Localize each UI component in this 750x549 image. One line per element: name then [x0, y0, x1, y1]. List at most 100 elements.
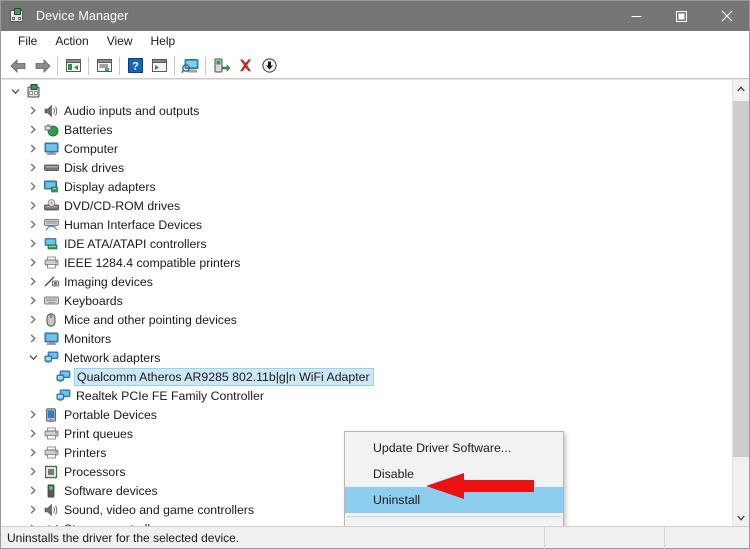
tree-item-label: Disk drives	[64, 160, 125, 175]
tree-item-qualcomm-atheros-wifi-adapter[interactable]: Qualcomm Atheros AR9285 802.11b|g|n WiFi…	[1, 367, 732, 386]
tree-item-disk-drives[interactable]: Disk drives	[1, 158, 732, 177]
chevron-down-icon[interactable]	[25, 350, 41, 366]
chevron-right-icon[interactable]	[25, 502, 41, 518]
chevron-right-icon[interactable]	[25, 312, 41, 328]
tree-item-human-interface-devices[interactable]: Human Interface Devices	[1, 215, 732, 234]
chevron-right-icon[interactable]	[25, 217, 41, 233]
chevron-right-icon[interactable]	[25, 483, 41, 499]
toolbar: ?	[1, 53, 749, 79]
down-arrow-circle-icon[interactable]	[257, 55, 281, 77]
device-manager-window: Device Manager File Action View Help ? A…	[0, 0, 750, 549]
tree-item-label: Human Interface Devices	[64, 217, 203, 232]
tree-item-keyboards[interactable]: Keyboards	[1, 291, 732, 310]
speaker-icon	[41, 103, 61, 119]
chevron-right-icon[interactable]	[25, 198, 41, 214]
tree-item-monitors[interactable]: Monitors	[1, 329, 732, 348]
tree-item-label: Portable Devices	[64, 407, 157, 422]
battery-icon	[41, 122, 61, 138]
tree-item-label: Mice and other pointing devices	[64, 312, 237, 327]
processor-icon	[41, 464, 61, 480]
chevron-right-icon[interactable]	[25, 426, 41, 442]
scan-monitor-icon[interactable]	[178, 55, 202, 77]
add-hardware-icon[interactable]	[209, 55, 233, 77]
maximize-button[interactable]	[659, 1, 704, 31]
toolbar-separator-5	[205, 56, 206, 75]
portable-device-icon	[41, 407, 61, 423]
tree-item-label: Sound, video and game controllers	[64, 502, 255, 517]
status-pane-2	[664, 526, 749, 549]
device-tree-area: Audio inputs and outputs Batteries Compu…	[1, 79, 749, 526]
context-menu-item-disable[interactable]: Disable	[345, 461, 563, 487]
context-menu-item-uninstall[interactable]: Uninstall	[345, 487, 563, 513]
keyboard-icon	[41, 293, 61, 309]
status-text: Uninstalls the driver for the selected d…	[7, 530, 240, 545]
window-title: Device Manager	[36, 9, 129, 23]
network-adapter-icon	[41, 350, 61, 366]
tree-item-dvd-cd-rom-drives[interactable]: DVD/CD-ROM drives	[1, 196, 732, 215]
toolbar-separator-1	[57, 56, 58, 75]
chevron-right-icon[interactable]	[25, 464, 41, 480]
menu-action[interactable]: Action	[46, 32, 97, 51]
chevron-right-icon[interactable]	[25, 407, 41, 423]
svg-text:?: ?	[132, 61, 139, 73]
menu-view[interactable]: View	[98, 32, 142, 51]
chevron-right-icon[interactable]	[25, 255, 41, 271]
scrollbar-thumb[interactable]	[732, 101, 749, 457]
tree-item-batteries[interactable]: Batteries	[1, 120, 732, 139]
tree-item-network-adapters[interactable]: Network adapters	[1, 348, 732, 367]
chevron-right-icon[interactable]	[25, 293, 41, 309]
back-button[interactable]	[6, 55, 30, 77]
red-x-icon[interactable]	[233, 55, 257, 77]
properties-icon[interactable]	[92, 55, 116, 77]
tree-item-audio-inputs-and-outputs[interactable]: Audio inputs and outputs	[1, 101, 732, 120]
close-button[interactable]	[704, 1, 749, 31]
chevron-right-icon[interactable]	[25, 236, 41, 252]
tree-view-icon[interactable]	[61, 55, 85, 77]
chevron-right-icon[interactable]	[25, 331, 41, 347]
tree-item-mice-and-other-pointing-devices[interactable]: Mice and other pointing devices	[1, 310, 732, 329]
scroll-down-button[interactable]	[732, 509, 749, 526]
device-tree[interactable]: Audio inputs and outputs Batteries Compu…	[1, 80, 732, 526]
minimize-button[interactable]	[614, 1, 659, 31]
chevron-right-icon[interactable]	[25, 445, 41, 461]
tree-item-imaging-devices[interactable]: Imaging devices	[1, 272, 732, 291]
hid-icon	[41, 217, 61, 233]
printer-icon	[41, 445, 61, 461]
chevron-right-icon[interactable]	[25, 160, 41, 176]
chevron-right-icon[interactable]	[25, 103, 41, 119]
chevron-right-icon[interactable]	[25, 141, 41, 157]
chevron-down-icon[interactable]	[7, 84, 23, 100]
window-controls	[614, 1, 749, 31]
tree-item-computer[interactable]: Computer	[1, 139, 732, 158]
tree-item-label: Printers	[64, 445, 107, 460]
tree-item-portable-devices[interactable]: Portable Devices	[1, 405, 732, 424]
speaker-icon	[41, 502, 61, 518]
forward-button[interactable]	[30, 55, 54, 77]
tree-item-display-adapters[interactable]: Display adapters	[1, 177, 732, 196]
tree-item-label: Keyboards	[64, 293, 123, 308]
tree-item-realtek-pcie-fe-family-controller[interactable]: Realtek PCIe FE Family Controller	[1, 386, 732, 405]
chevron-right-icon[interactable]	[25, 122, 41, 138]
context-menu-item-scan-for-hardware-changes[interactable]: Scan for hardware changes	[345, 520, 563, 526]
chevron-right-icon[interactable]	[25, 179, 41, 195]
toolbar-separator-3	[119, 56, 120, 75]
menu-help[interactable]: Help	[142, 32, 185, 51]
tree-item-label: Imaging devices	[64, 274, 153, 289]
tree-item-label: Network adapters	[64, 350, 161, 365]
chevron-right-icon[interactable]	[25, 274, 41, 290]
tree-item-ide-ata-atapi-controllers[interactable]: IDE ATA/ATAPI controllers	[1, 234, 732, 253]
tree-item-label: Qualcomm Atheros AR9285 802.11b|g|n WiFi…	[74, 367, 374, 386]
update-driver-icon[interactable]	[147, 55, 171, 77]
device-manager-icon	[9, 8, 27, 24]
scrollbar-track[interactable]	[732, 97, 749, 509]
menu-file[interactable]: File	[9, 32, 46, 51]
tree-root-node[interactable]	[1, 82, 732, 101]
printer-icon	[41, 255, 61, 271]
vertical-scrollbar[interactable]	[732, 80, 749, 526]
printer-icon	[41, 426, 61, 442]
tree-item-label: IEEE 1284.4 compatible printers	[64, 255, 241, 270]
scroll-up-button[interactable]	[732, 80, 749, 97]
help-question-icon[interactable]: ?	[123, 55, 147, 77]
context-menu-item-update-driver-software[interactable]: Update Driver Software...	[345, 435, 563, 461]
tree-item-ieee-1284-4-compatible-printers[interactable]: IEEE 1284.4 compatible printers	[1, 253, 732, 272]
